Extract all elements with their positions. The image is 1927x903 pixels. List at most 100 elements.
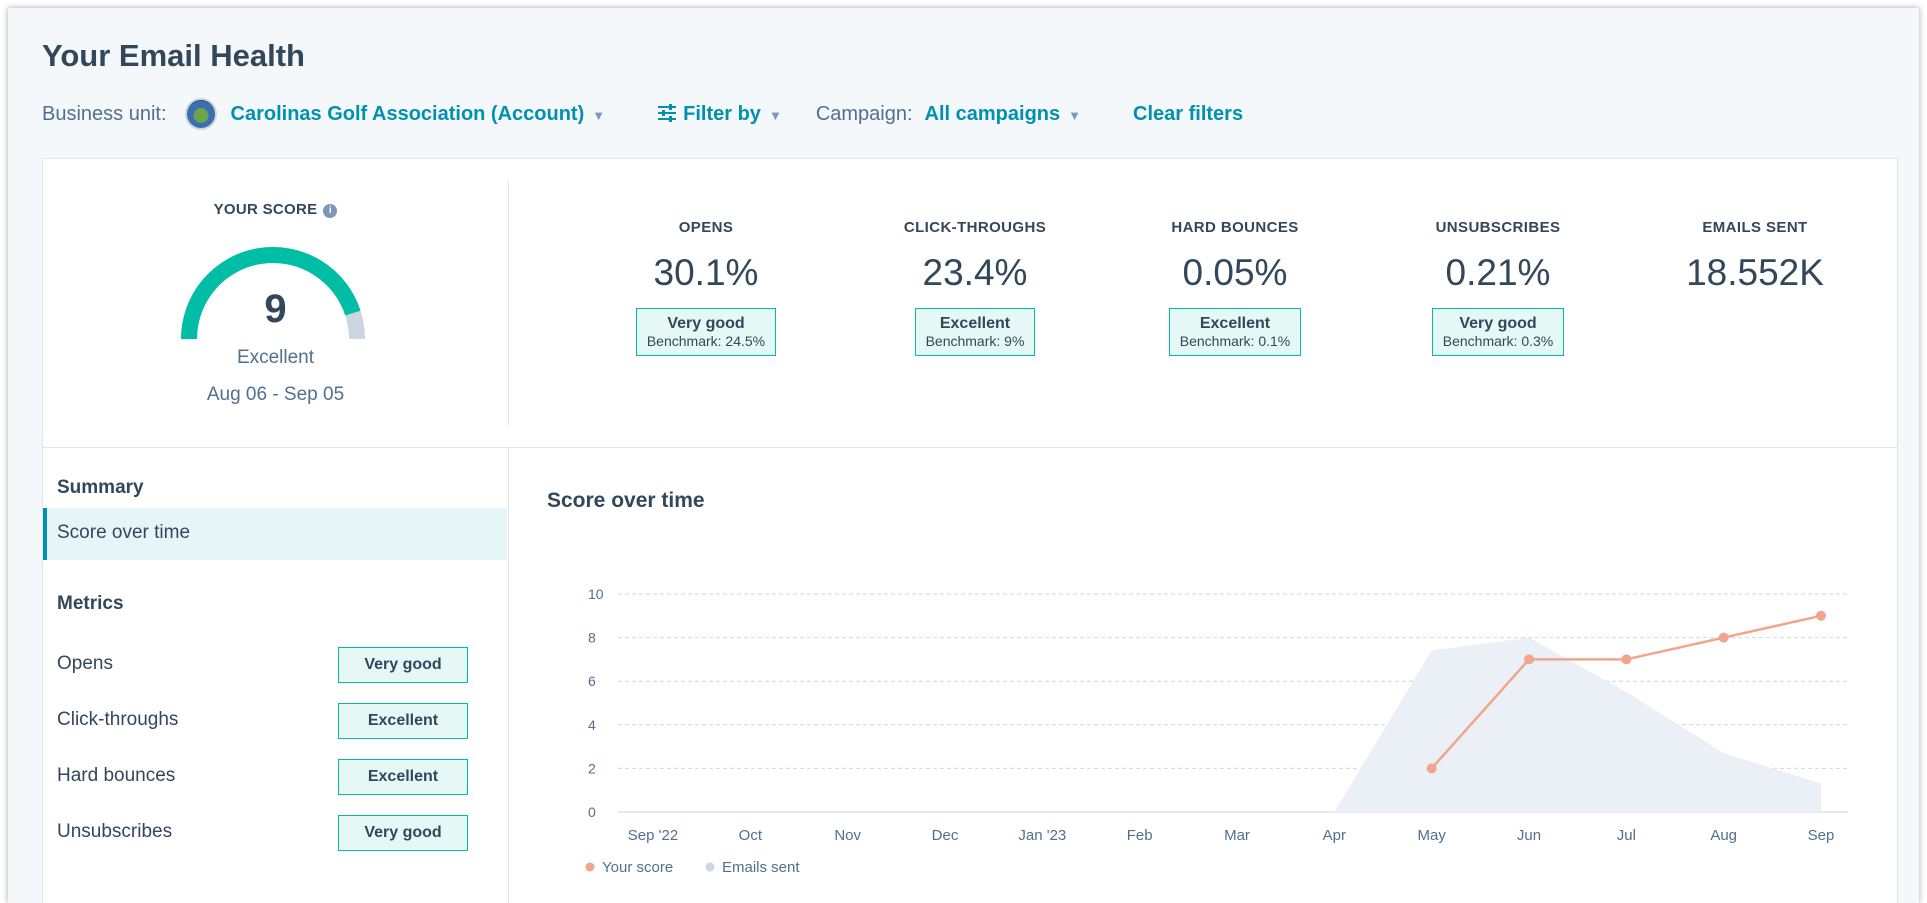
business-unit-logo-icon — [184, 98, 217, 130]
metric-emails-sent: EMAILS SENT 18.552K — [1635, 219, 1875, 294]
x-tick-label: Jul — [1617, 827, 1636, 844]
metric-value: 23.4% — [922, 252, 1028, 293]
your-score-point — [1621, 654, 1632, 665]
metric-benchmark: Benchmark: 9% — [925, 333, 1025, 350]
your-score-point — [1718, 632, 1729, 643]
nav-item-click-throughs[interactable]: Click-throughs Excellent — [57, 703, 468, 739]
your-score-point — [1816, 610, 1826, 621]
nav-item-label: Opens — [57, 653, 113, 674]
metric-unsubscribes: UNSUBSCRIBES 0.21% Very good Benchmark: … — [1378, 219, 1618, 356]
x-tick-label: Mar — [1224, 827, 1250, 844]
divider — [508, 448, 509, 903]
your-score-point — [1524, 654, 1534, 665]
metric-rating: Excellent — [1199, 315, 1271, 332]
x-tick-label: Aug — [1710, 827, 1737, 844]
clear-filters-link[interactable]: Clear filters — [1133, 103, 1243, 126]
metric-value: 30.1% — [653, 252, 759, 293]
metrics-heading: Metrics — [57, 593, 124, 614]
metric-label: EMAILS SENT — [1702, 219, 1808, 236]
filter-bar: Business unit: Carolinas Golf Associatio… — [42, 94, 1243, 134]
metric-click-throughs: CLICK-THROUGHS 23.4% Excellent Benchmark… — [855, 219, 1095, 356]
business-unit-label: Business unit: — [42, 102, 167, 125]
nav-item-opens[interactable]: Opens Very good — [57, 647, 468, 683]
metric-badge: Excellent Benchmark: 0.1% — [1168, 308, 1302, 356]
score-panel: YOUR SCORE i 9 Excellent Aug 06 - Sep 05 — [43, 159, 508, 447]
rating-badge: Very good — [338, 647, 468, 683]
y-tick-label: 8 — [588, 630, 596, 646]
sliders-icon — [658, 103, 677, 122]
score-date-range: Aug 06 - Sep 05 — [206, 384, 345, 405]
page-title: Your Email Health — [42, 38, 305, 73]
x-tick-label: Oct — [739, 827, 763, 844]
x-tick-label: Jan '23 — [1018, 827, 1066, 844]
metric-badge: Very good Benchmark: 24.5% — [635, 308, 777, 356]
metric-label: HARD BOUNCES — [1171, 219, 1299, 236]
x-tick-label: Nov — [834, 827, 861, 844]
rating-badge: Excellent — [338, 703, 468, 739]
caret-down-icon: ▼ — [768, 107, 782, 123]
x-tick-label: Feb — [1127, 827, 1153, 844]
legend-emails-sent-label: Emails sent — [722, 859, 800, 876]
metric-rating: Very good — [667, 315, 745, 332]
y-tick-label: 0 — [588, 804, 596, 820]
nav-item-label: Click-throughs — [57, 709, 179, 730]
nav-item-hard-bounces[interactable]: Hard bounces Excellent — [57, 759, 468, 795]
metric-label: CLICK-THROUGHS — [903, 219, 1047, 236]
metric-opens: OPENS 30.1% Very good Benchmark: 24.5% — [586, 219, 826, 356]
score-value: 9 — [264, 287, 287, 331]
x-tick-label: Sep '22 — [628, 827, 678, 844]
email-health-window: Your Email Health Business unit: Carolin… — [8, 8, 1919, 903]
score-over-time-chart: 0 2 4 6 8 10 Sep '22 Oct Nov Dec Jan '23 Feb Mar Apr M… — [585, 586, 1848, 876]
legend-your-score-label: Your score — [602, 859, 673, 876]
metric-label: UNSUBSCRIBES — [1435, 219, 1561, 236]
x-tick-label: Dec — [932, 827, 959, 844]
x-tick-label: Sep — [1808, 827, 1835, 844]
nav-item-score-over-time[interactable]: Score over time — [43, 508, 507, 560]
metric-value: 0.21% — [1445, 252, 1551, 293]
rating-badge: Excellent — [338, 759, 468, 795]
business-unit-value: Carolinas Golf Association (Account) — [230, 102, 585, 125]
campaign-label: Campaign: — [815, 102, 913, 125]
metric-benchmark: Benchmark: 0.1% — [1179, 333, 1291, 350]
campaign-value: All campaigns — [924, 102, 1061, 125]
x-tick-label: Jun — [1517, 827, 1541, 844]
caret-down-icon: ▼ — [592, 107, 606, 123]
campaign-dropdown[interactable]: All campaigns ▼ — [925, 103, 1081, 126]
y-tick-label: 6 — [588, 673, 596, 689]
your-score-point — [1426, 763, 1437, 774]
metric-rating: Excellent — [939, 315, 1011, 332]
metric-label: OPENS — [678, 219, 734, 236]
score-rating: Excellent — [236, 347, 315, 368]
x-tick-label: May — [1417, 827, 1446, 844]
health-card: YOUR SCORE i 9 Excellent Aug 06 - Sep 05 … — [42, 158, 1898, 903]
summary-heading: Summary — [57, 477, 144, 498]
chart-title: Score over time — [547, 489, 705, 512]
metric-value: 0.05% — [1182, 252, 1288, 293]
filter-by-button[interactable]: Filter by ▼ — [657, 103, 782, 126]
legend-your-score-marker — [585, 862, 595, 872]
y-tick-label: 10 — [588, 586, 604, 602]
y-tick-label: 4 — [588, 717, 596, 733]
filter-by-label: Filter by — [683, 102, 761, 125]
metric-hard-bounces: HARD BOUNCES 0.05% Excellent Benchmark: … — [1115, 219, 1355, 356]
nav-item-label: Score over time — [57, 522, 191, 543]
x-tick-label: Apr — [1323, 827, 1346, 844]
metric-badge: Very good Benchmark: 0.3% — [1431, 308, 1565, 356]
divider — [43, 447, 1897, 448]
caret-down-icon: ▼ — [1068, 107, 1082, 123]
y-tick-label: 2 — [588, 760, 596, 776]
divider — [508, 181, 509, 425]
rating-badge: Very good — [338, 815, 468, 851]
your-score-heading: YOUR SCORE i — [43, 201, 508, 218]
metric-benchmark: Benchmark: 24.5% — [646, 333, 766, 350]
business-unit-dropdown[interactable]: Carolinas Golf Association (Account) ▼ — [231, 103, 606, 126]
your-score-label: YOUR SCORE — [213, 201, 318, 218]
metric-value: 18.552K — [1686, 252, 1824, 293]
metric-rating: Very good — [1459, 315, 1537, 332]
nav-item-unsubscribes[interactable]: Unsubscribes Very good — [57, 815, 468, 851]
nav-item-label: Unsubscribes — [57, 821, 173, 842]
nav-item-label: Hard bounces — [57, 765, 176, 786]
metric-benchmark: Benchmark: 0.3% — [1442, 333, 1554, 350]
info-icon[interactable]: i — [323, 204, 338, 218]
legend-emails-sent-marker — [705, 862, 715, 872]
